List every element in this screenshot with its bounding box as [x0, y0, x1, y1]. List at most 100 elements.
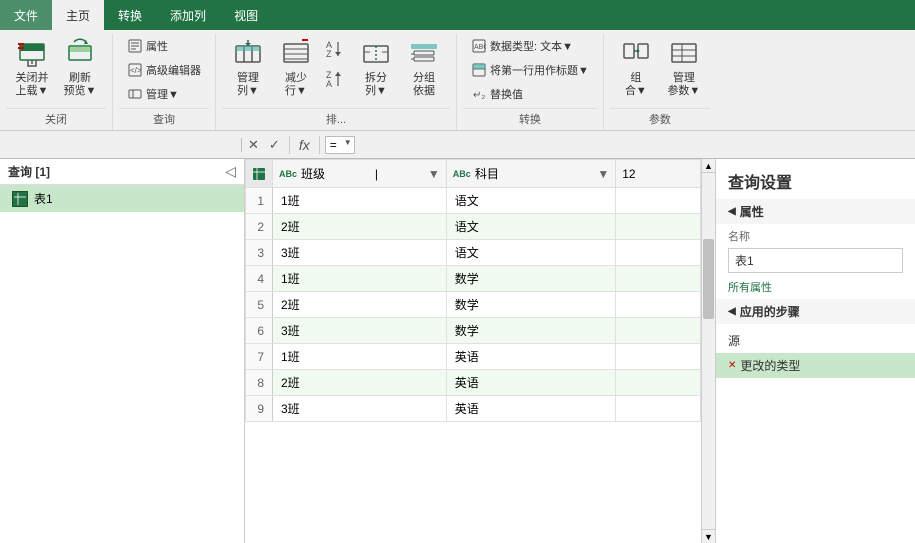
row-num-7: 7	[246, 344, 273, 370]
row-num-5: 5	[246, 292, 273, 318]
cancel-formula-button[interactable]: ✕	[244, 136, 263, 154]
data-type-button[interactable]: ABC 数据类型: 文本▼	[467, 36, 577, 56]
col-score-label: 12	[622, 167, 635, 181]
manage-label: 管理▼	[146, 86, 179, 102]
group-by-icon	[408, 38, 440, 70]
steps-section-label: 应用的步骤	[740, 303, 800, 320]
row7-score	[616, 344, 701, 370]
svg-text:</>: </>	[130, 66, 142, 75]
tab-view[interactable]: 视图	[220, 0, 272, 30]
name-property-label: 名称	[716, 224, 915, 246]
manage-cols-label: 管理列▼	[237, 72, 259, 98]
step-delete-icon[interactable]: ✕	[728, 360, 736, 371]
row8-score	[616, 370, 701, 396]
collapse-panel-button[interactable]: ◁	[225, 163, 236, 180]
col-class-cursor: |	[375, 167, 378, 181]
row-num-9: 9	[246, 396, 273, 422]
steps-section-header[interactable]: ◀ 应用的步骤	[716, 299, 915, 324]
properties-section-header[interactable]: ◀ 属性	[716, 199, 915, 224]
properties-button[interactable]: 属性	[123, 36, 172, 56]
table-row: 5 2班 数学	[246, 292, 701, 318]
ribbon-tabs: 文件 主页 转换 添加列 视图	[0, 0, 915, 30]
ribbon-body: 关闭并上载▼ 刷新预览▼ 关闭	[0, 30, 915, 131]
arrange-group-inner: 管理列▼ 减少行▼ A	[222, 34, 450, 106]
formula-dropdown[interactable]: =	[325, 136, 355, 154]
step-item-changed-type[interactable]: ✕ 更改的类型	[716, 353, 915, 378]
query-group-inner: 属性 </> 高级编辑器 管理▼	[119, 34, 209, 106]
data-area: ABc 班级 | ▼ ABc 科目 ▼	[245, 159, 715, 543]
svg-text:Z: Z	[326, 49, 332, 59]
col-header-score[interactable]: 12	[616, 160, 701, 188]
group-by-button[interactable]: 分组依据	[402, 36, 446, 100]
col-class-label: 班级	[301, 165, 325, 182]
first-row-header-button[interactable]: 将第一行用作标题▼	[467, 60, 593, 80]
data-type-label: 数据类型: 文本▼	[490, 38, 573, 54]
row7-subject: 英语	[446, 344, 615, 370]
tab-home[interactable]: 主页	[52, 0, 104, 30]
step-item-source[interactable]: 源	[716, 328, 915, 353]
sort-za-button[interactable]: Z A	[322, 66, 350, 94]
split-col-icon	[360, 38, 392, 70]
table-row: 1 1班 语文	[246, 188, 701, 214]
convert-group-label: 转换	[463, 108, 597, 130]
col-header-class[interactable]: ABc 班级 | ▼	[273, 160, 447, 188]
split-col-button[interactable]: 拆分列▼	[354, 36, 398, 100]
manage-cols-icon	[232, 38, 264, 70]
confirm-formula-button[interactable]: ✓	[265, 136, 284, 154]
row9-subject: 英语	[446, 396, 615, 422]
scroll-up-button[interactable]: ▲	[702, 159, 715, 173]
col-header-rownum	[246, 160, 273, 188]
col-header-subject[interactable]: ABc 科目 ▼	[446, 160, 615, 188]
step-source-label: 源	[728, 332, 740, 349]
row-num-4: 4	[246, 266, 273, 292]
reduce-rows-label: 减少行▼	[285, 72, 307, 98]
replace-value-label: 替换值	[490, 86, 523, 102]
sort-az-button[interactable]: A Z	[322, 36, 350, 64]
col-class-dropdown[interactable]: ▼	[428, 167, 440, 181]
manage-params-button[interactable]: 管理参数▼	[662, 36, 706, 100]
scrollbar-thumb[interactable]	[703, 239, 714, 319]
advanced-editor-button[interactable]: </> 高级编辑器	[123, 60, 205, 80]
all-properties-link[interactable]: 所有属性	[716, 275, 915, 299]
scrollbar[interactable]: ▲ ▼	[701, 159, 715, 543]
manage-button[interactable]: 管理▼	[123, 84, 183, 104]
manage-cols-button[interactable]: 管理列▼	[226, 36, 270, 100]
row6-score	[616, 318, 701, 344]
replace-value-button[interactable]: ↵₂ 替换值	[467, 84, 527, 104]
table-icon	[12, 191, 28, 207]
ribbon-group-convert: ABC 数据类型: 文本▼ 将第一行用作标题▼ ↵₂ 替换值 转换	[457, 34, 604, 130]
data-type-icon: ABC	[471, 38, 487, 54]
steps-list: 源 ✕ 更改的类型	[716, 324, 915, 382]
scroll-down-button[interactable]: ▼	[702, 529, 715, 543]
row-num-8: 8	[246, 370, 273, 396]
col-subject-label: 科目	[475, 165, 499, 182]
properties-section-label: 属性	[740, 203, 764, 220]
fx-label: fx	[295, 136, 314, 154]
query-item-table1[interactable]: 表1	[0, 185, 244, 212]
row3-subject: 语文	[446, 240, 615, 266]
table-row: 8 2班 英语	[246, 370, 701, 396]
convert-group-inner: ABC 数据类型: 文本▼ 将第一行用作标题▼ ↵₂ 替换值	[463, 34, 597, 106]
query-panel-header: 查询 [1] ◁	[0, 159, 244, 185]
name-property-value[interactable]: 表1	[728, 248, 903, 273]
tab-add-col[interactable]: 添加列	[156, 0, 220, 30]
combine-button[interactable]: 组合▼	[614, 36, 658, 100]
svg-text:A: A	[326, 79, 332, 89]
refresh-preview-button[interactable]: 刷新预览▼	[58, 36, 102, 100]
tab-transform[interactable]: 转换	[104, 0, 156, 30]
manage-params-label: 管理参数▼	[667, 72, 700, 98]
tab-file[interactable]: 文件	[0, 0, 52, 30]
row9-score	[616, 396, 701, 422]
row4-subject: 数学	[446, 266, 615, 292]
row6-subject: 数学	[446, 318, 615, 344]
col-subject-dropdown[interactable]: ▼	[597, 167, 609, 181]
refresh-label: 刷新预览▼	[64, 72, 97, 98]
close-upload-button[interactable]: 关闭并上载▼	[10, 36, 54, 100]
reduce-rows-button[interactable]: 减少行▼	[274, 36, 318, 100]
row3-score	[616, 240, 701, 266]
formula-dropdown-wrapper: =	[325, 136, 355, 154]
table-row: 6 3班 数学	[246, 318, 701, 344]
row9-class: 3班	[273, 396, 447, 422]
row5-subject: 数学	[446, 292, 615, 318]
main-content: 查询 [1] ◁ 表1	[0, 159, 915, 543]
